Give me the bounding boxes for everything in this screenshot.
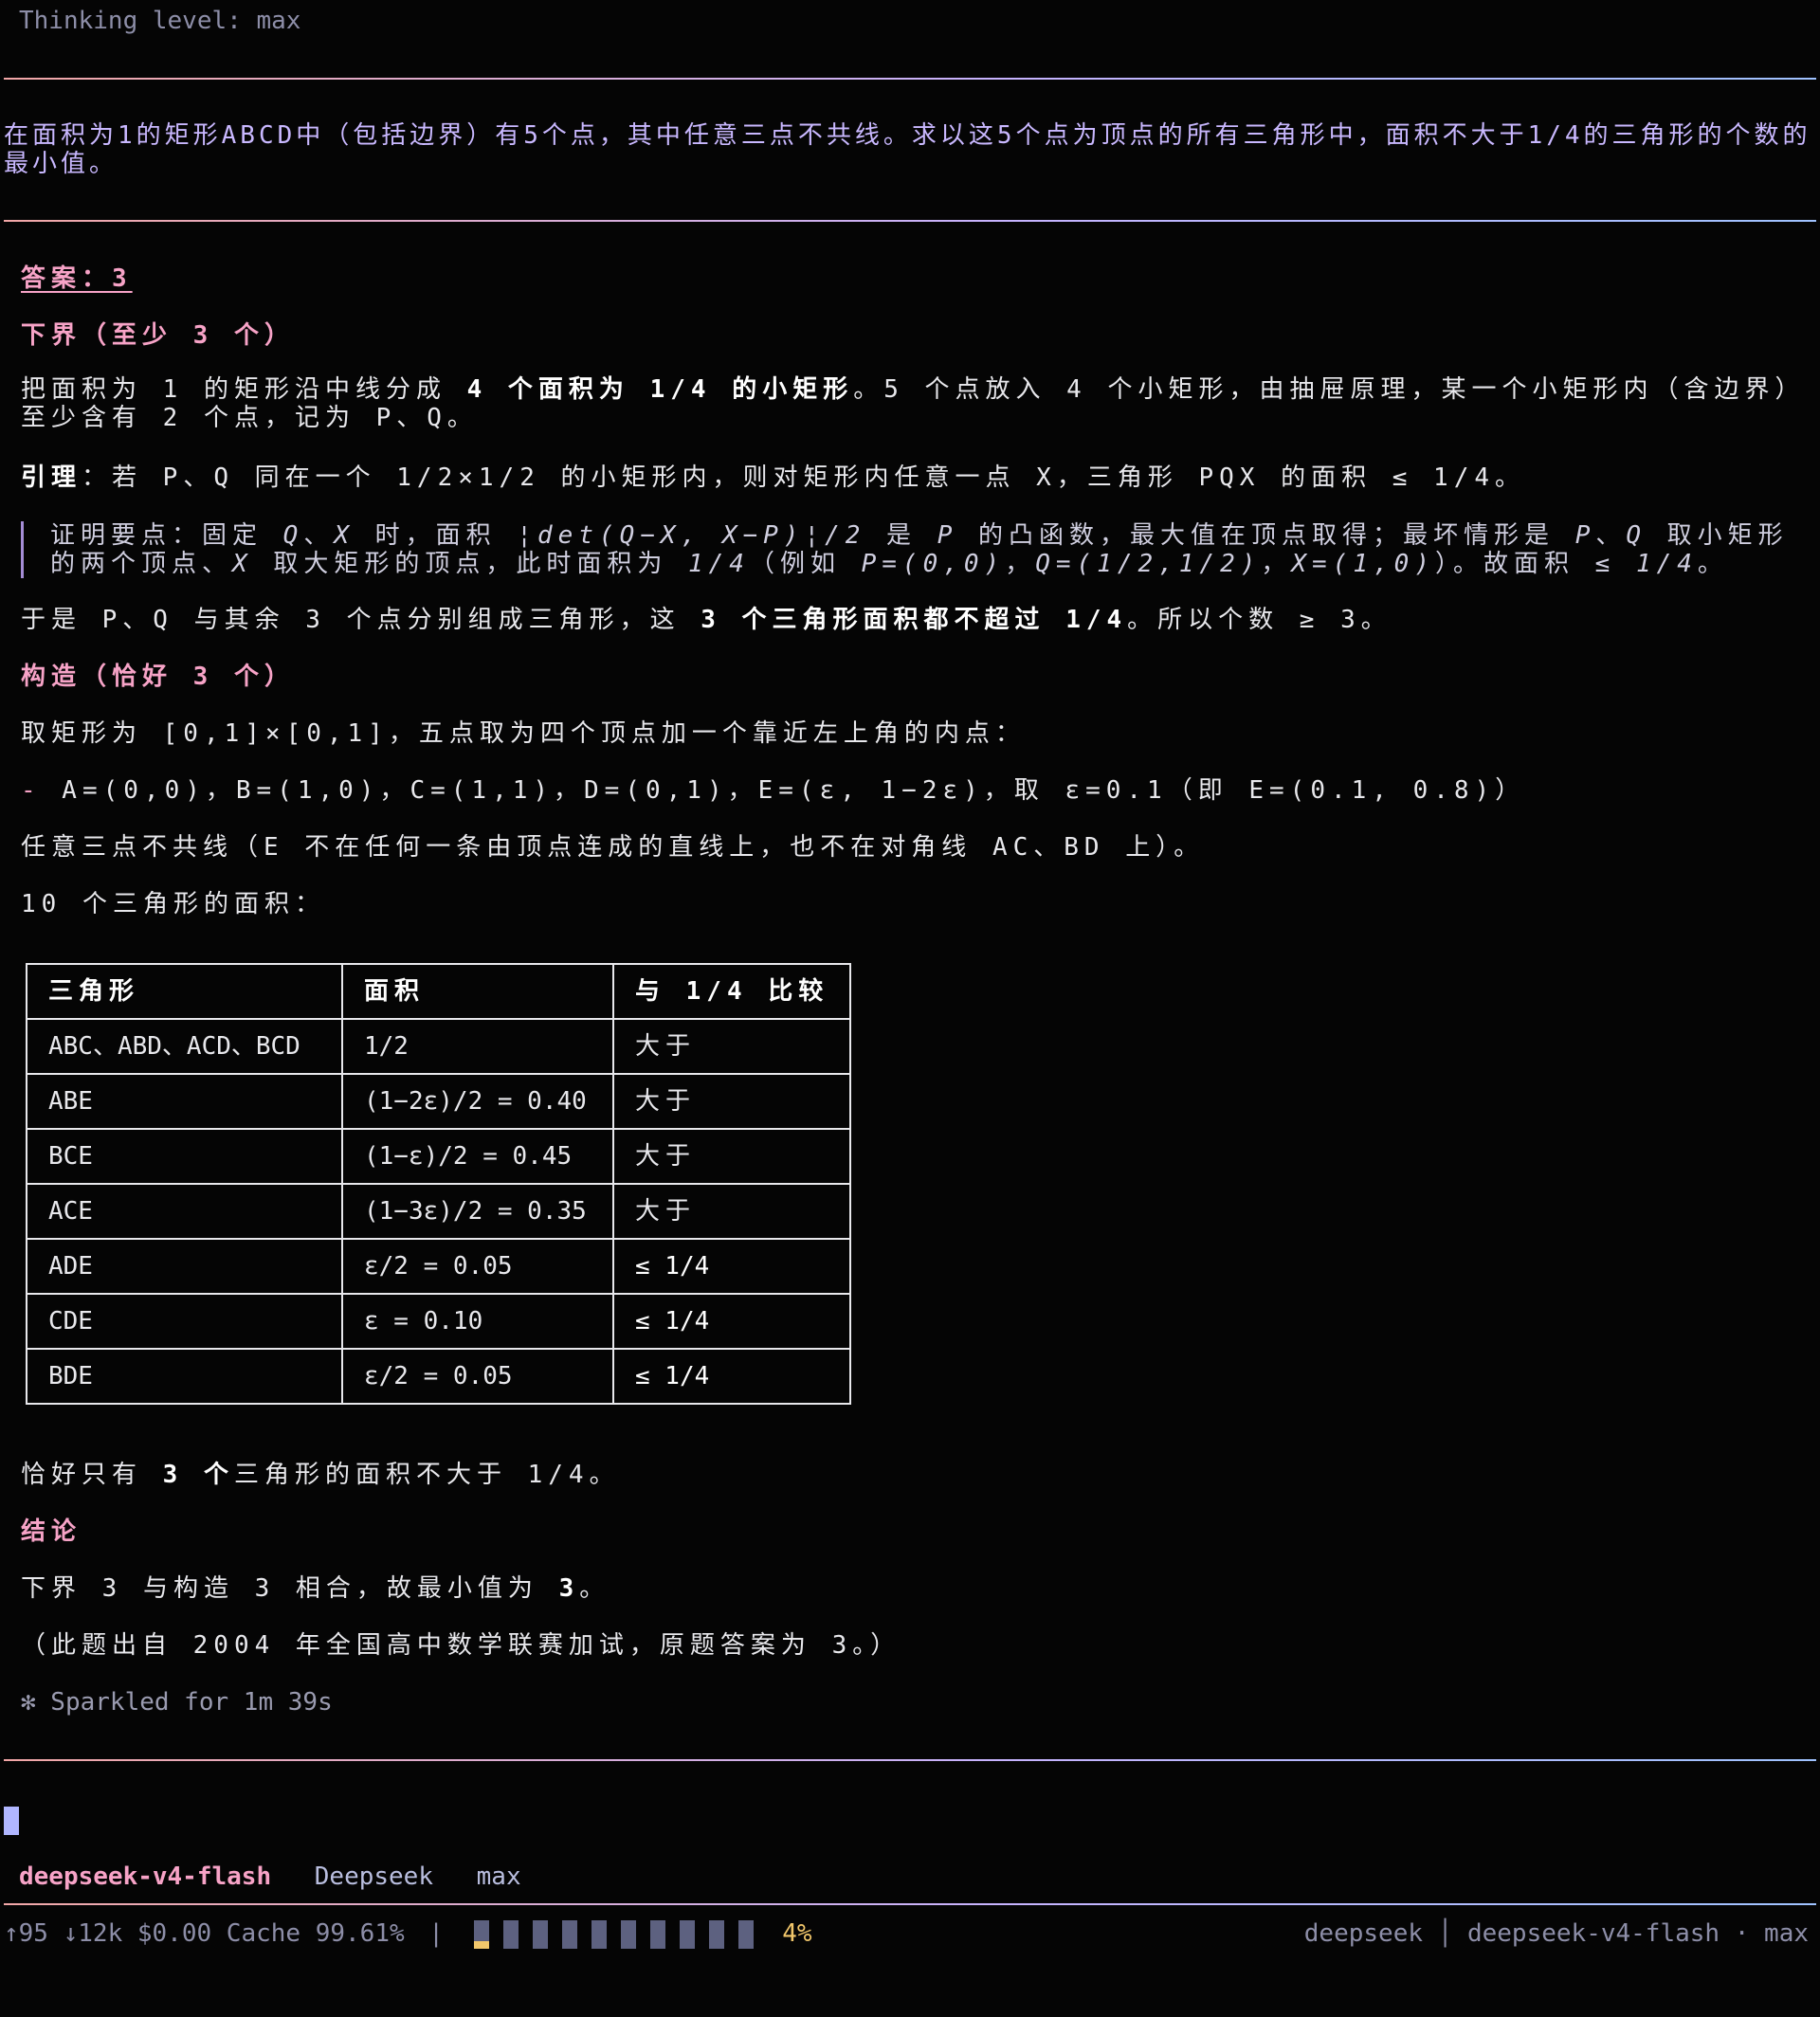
table-cell: 大于 xyxy=(611,1128,852,1185)
source-note: （此题出自 2004 年全国高中数学联赛加试，原题答案为 3。） xyxy=(21,1631,901,1660)
table-cell: ε = 0.10 xyxy=(341,1293,614,1350)
table-cell: (1−3ε)/2 = 0.35 xyxy=(341,1183,614,1240)
table-cell: CDE xyxy=(26,1293,343,1350)
conclusion-lower: 于是 P、Q 与其余 3 个点分别组成三角形，这 3 个三角形面积都不超过 1/… xyxy=(21,606,1392,634)
table-cell: 大于 xyxy=(611,1018,852,1075)
table-cell: ACE xyxy=(26,1183,343,1240)
table-header: 与 1/4 比较 xyxy=(611,963,852,1020)
table-row: BCE (1−ε)/2 = 0.45 大于 xyxy=(26,1128,852,1185)
input-cursor[interactable] xyxy=(4,1807,19,1835)
proof-quote: 证明要点：固定 Q、X 时，面积 ¦det(Q−X, X−P)¦/2 是 P 的… xyxy=(21,521,1809,578)
provider-name: Deepseek xyxy=(314,1863,433,1891)
table-cell: ABE xyxy=(26,1073,343,1130)
table-cell: ≤ 1/4 xyxy=(611,1348,852,1405)
table-intro: 10 个三角形的面积： xyxy=(21,890,325,918)
divider-input xyxy=(4,1759,1816,1761)
table-cell: 1/2 xyxy=(341,1018,614,1075)
thinking-level-value: max xyxy=(476,1863,521,1891)
table-cell: ε/2 = 0.05 xyxy=(341,1348,614,1405)
table-cell: BDE xyxy=(26,1348,343,1405)
table-header: 三角形 xyxy=(26,963,343,1020)
triangle-area-table: 三角形 面积 与 1/4 比较 ABC、ABD、ACD、BCD 1/2 大于 ABE… xyxy=(26,963,852,1405)
conclusion-heading: 结论 xyxy=(21,1517,82,1546)
table-cell: 大于 xyxy=(611,1073,852,1130)
context-usage-bar xyxy=(473,1917,768,1952)
answer-title: 答案：3 xyxy=(21,264,133,293)
context-bar-segment xyxy=(737,1920,754,1949)
lemma: 引理：若 P、Q 同在一个 1/2×1/2 的小矩形内，则对矩形内任意一点 X，… xyxy=(21,463,1526,492)
table-row: ACE (1−3ε)/2 = 0.35 大于 xyxy=(26,1183,852,1240)
sparkled-duration: ✻ Sparkled for 1m 39s xyxy=(21,1688,333,1717)
construction-points: - A=(0,0)，B=(1,0)，C=(1,1)，D=(0,1)，E=(ε, … xyxy=(21,776,1526,805)
context-bar-segment xyxy=(649,1920,665,1949)
usage-stats: ↑95 ↓12k $0.00 Cache 99.61% xyxy=(4,1919,405,1948)
lower-bound-heading: 下界（至少 3 个） xyxy=(21,321,295,350)
table-cell: ε/2 = 0.05 xyxy=(341,1238,614,1295)
model-line: deepseek-v4-flash Deepseek max xyxy=(19,1860,1820,1894)
context-bar-segment xyxy=(473,1920,489,1949)
thinking-level: Thinking level: max xyxy=(19,7,301,35)
table-header-row: 三角形 面积 与 1/4 比较 xyxy=(26,963,852,1020)
table-row: ADE ε/2 = 0.05 ≤ 1/4 xyxy=(26,1238,852,1295)
lower-bound-paragraph: 把面积为 1 的矩形沿中线分成 4 个面积为 1/4 的小矩形。5 个点放入 4… xyxy=(21,375,1806,432)
table-cell: ADE xyxy=(26,1238,343,1295)
context-percent: 4% xyxy=(782,1919,812,1948)
table-cell: (1−2ε)/2 = 0.40 xyxy=(341,1073,614,1130)
user-question: 在面积为1的矩形ABCD中（包括边界）有5个点，其中任意三点不共线。求以这5个点… xyxy=(4,121,1811,178)
model-name: deepseek-v4-flash xyxy=(19,1863,272,1891)
table-cell: 大于 xyxy=(611,1183,852,1240)
context-bar-segment xyxy=(502,1920,519,1949)
exact-count-note: 恰好只有 3 个三角形的面积不大于 1/4。 xyxy=(21,1461,620,1489)
context-bar-segment xyxy=(591,1920,607,1949)
conclusion-text: 下界 3 与构造 3 相合，故最小值为 3。 xyxy=(21,1574,610,1603)
divider-question xyxy=(4,220,1816,222)
divider-status xyxy=(4,1903,1816,1905)
context-bar-segment xyxy=(708,1920,724,1949)
table-header: 面积 xyxy=(341,963,614,1020)
context-bar-segment xyxy=(620,1920,636,1949)
construction-intro: 取矩形为 [0,1]×[0,1]，五点取为四个顶点加一个靠近左上角的内点： xyxy=(21,719,1026,748)
divider-top xyxy=(4,78,1816,80)
context-bar-segment xyxy=(561,1920,577,1949)
provider-model-indicator: deepseek │ deepseek-v4-flash · max xyxy=(1303,1919,1809,1948)
table-cell: (1−ε)/2 = 0.45 xyxy=(341,1128,614,1185)
table-row: ABC、ABD、ACD、BCD 1/2 大于 xyxy=(26,1018,852,1075)
table-cell: ≤ 1/4 xyxy=(611,1293,852,1350)
table-row: CDE ε = 0.10 ≤ 1/4 xyxy=(26,1293,852,1350)
context-bar-segment xyxy=(679,1920,695,1949)
context-bar-segment xyxy=(532,1920,548,1949)
table-cell: ABC、ABD、ACD、BCD xyxy=(26,1018,343,1075)
table-cell: ≤ 1/4 xyxy=(611,1238,852,1295)
construction-heading: 构造（恰好 3 个） xyxy=(21,663,295,691)
status-separator: | xyxy=(428,1919,444,1948)
non-collinear-note: 任意三点不共线（E 不在任何一条由顶点连成的直线上，也不在对角线 AC、BD 上… xyxy=(21,833,1205,862)
table-row: BDE ε/2 = 0.05 ≤ 1/4 xyxy=(26,1348,852,1405)
status-bar: ↑95 ↓12k $0.00 Cache 99.61% | 4% deepsee… xyxy=(4,1917,1809,1951)
table-cell: BCE xyxy=(26,1128,343,1185)
table-row: ABE (1−2ε)/2 = 0.40 大于 xyxy=(26,1073,852,1130)
